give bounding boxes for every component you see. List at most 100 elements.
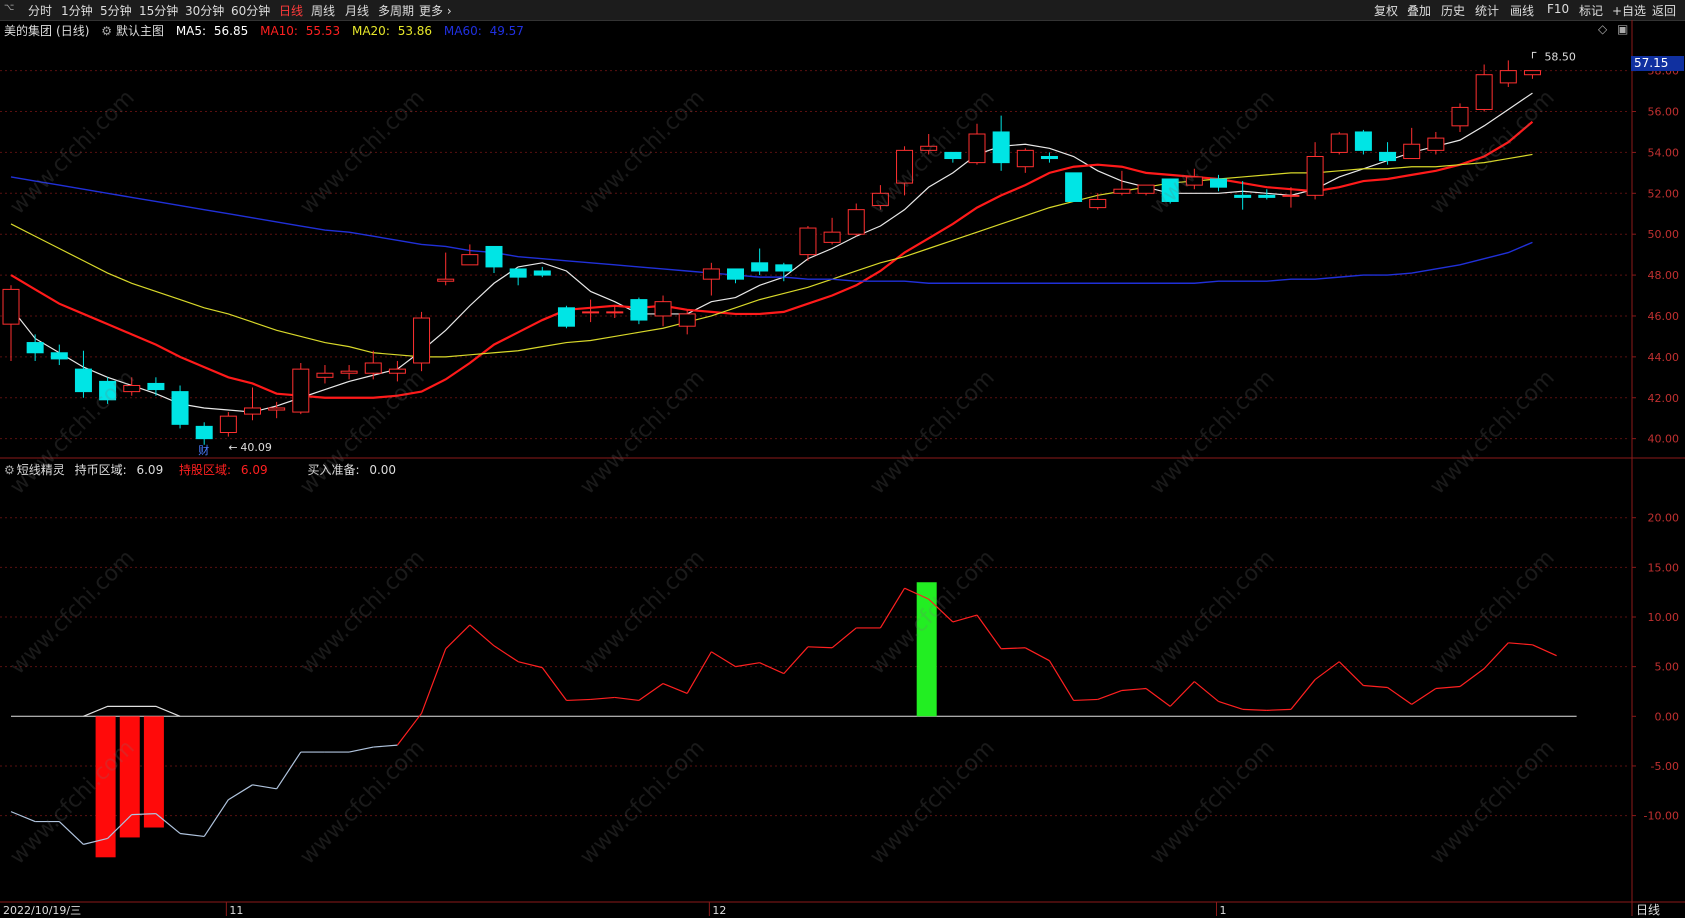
indicator-line-segment: [1459, 668, 1485, 687]
candle-body-up: [340, 370, 358, 374]
candle-body-down: [630, 299, 648, 321]
chart-canvas[interactable]: 58.0056.0054.0052.0050.0048.0046.0044.00…: [0, 0, 1685, 916]
indicator-line-segment: [1508, 642, 1533, 646]
indicator-line-segment: [1001, 647, 1026, 650]
indicator-line-segment: [276, 751, 302, 790]
candle-body-down: [1234, 194, 1252, 198]
candle-body-up: [1451, 106, 1469, 127]
candle-body-up: [1185, 176, 1203, 186]
candle-body-up: [1137, 184, 1155, 194]
indicator-line-segment: [396, 712, 423, 746]
price-tick-label: 40.00: [1648, 433, 1680, 446]
indicator-line-segment: [493, 645, 519, 663]
indicator-line-segment: [1532, 644, 1557, 657]
candle-body-up: [799, 227, 817, 256]
high-marker: [1531, 51, 1537, 59]
ma-line-ma20: [10, 153, 1533, 358]
indicator-line-segment: [1314, 661, 1340, 681]
price-tick-label: 54.00: [1648, 146, 1680, 159]
indicator-line-segment: [1483, 642, 1509, 670]
candle-body-up: [871, 192, 889, 207]
low-arrow: ←: [228, 441, 237, 454]
indicator-line-segment: [662, 682, 688, 695]
ma-line-ma10: [10, 120, 1534, 399]
price-tick-label: 48.00: [1648, 269, 1680, 282]
candle-body-up: [678, 313, 696, 327]
candle-body-down: [533, 270, 551, 276]
candle-body-up: [2, 288, 20, 325]
indicator-tick-label: 20.00: [1648, 512, 1680, 525]
indicator-line-segment: [1073, 698, 1098, 702]
indicator-line-segment: [831, 627, 857, 649]
candle-body-up: [823, 231, 841, 243]
candle-body-down: [509, 268, 527, 278]
indicator-line-segment: [58, 821, 84, 845]
indicator-line-segment: [1411, 687, 1437, 705]
candle-body-down: [557, 307, 575, 327]
candle-body-down: [171, 391, 189, 425]
indicator-line-segment: [445, 624, 471, 650]
indicator-tick-label: -5.00: [1651, 760, 1679, 773]
indicator-line-segment: [10, 811, 36, 823]
candle-body-up: [847, 209, 865, 235]
indicator-line-segment: [638, 683, 664, 701]
indicator-line-segment: [348, 746, 374, 753]
indicator-line-segment: [711, 651, 736, 668]
candle-body-down: [1354, 131, 1372, 151]
indicator-line-segment: [203, 799, 229, 837]
candle-body-up: [968, 133, 986, 164]
candle-body-down: [1258, 194, 1276, 198]
candle-body-up: [1306, 155, 1324, 196]
candle-body-down: [992, 131, 1010, 164]
candle-body-down: [26, 342, 44, 354]
indicator-line-segment: [1025, 647, 1050, 662]
indicator-line-segment: [590, 696, 615, 701]
current-price-box: 57.15: [1631, 56, 1684, 71]
candle-body-up: [413, 317, 431, 364]
price-tick-label: 46.00: [1648, 310, 1680, 323]
candle-body-up: [388, 368, 406, 374]
candle-body-up: [1427, 137, 1445, 151]
indicator-line-segment: [735, 662, 760, 668]
month-tick-label: 1: [1220, 904, 1227, 916]
candle-body-down: [99, 380, 117, 401]
candle-body-up: [702, 268, 720, 280]
candle-body-up: [896, 149, 914, 184]
warning-line: [83, 705, 181, 717]
candle-body-down: [74, 368, 92, 393]
indicator-line-segment: [1218, 700, 1243, 710]
candle-body-down: [944, 151, 962, 160]
candle-body-down: [485, 245, 503, 268]
indicator-line-segment: [759, 662, 785, 675]
indicator-line-segment: [1266, 708, 1291, 711]
indicator-line-segment: [686, 651, 712, 694]
hold-stock-bar: [143, 716, 164, 828]
indicator-line-segment: [952, 614, 978, 623]
candle-body-up: [606, 311, 624, 314]
candle-body-up: [123, 384, 141, 393]
indicator-line-segment: [1435, 685, 1461, 690]
bottom-period-button[interactable]: 日线: [1636, 901, 1660, 918]
candle-body-down: [195, 425, 213, 440]
indicator-line-segment: [1097, 689, 1123, 700]
candle-body-down: [1065, 172, 1083, 202]
low-price-label: 40.09: [240, 441, 272, 454]
candle-body-down: [147, 382, 165, 391]
candle-body-up: [268, 407, 286, 411]
candle-body-up: [219, 415, 237, 434]
indicator-line-segment: [976, 614, 1002, 650]
indicator-line-segment: [420, 648, 447, 714]
candle-body-down: [50, 352, 68, 360]
indicator-line-segment: [1338, 661, 1364, 686]
candle-body-down: [1161, 178, 1179, 202]
indicator-line-segment: [373, 744, 398, 748]
indicator-tick-label: -10.00: [1644, 810, 1679, 823]
indicator-line-segment: [783, 646, 809, 675]
indicator-line-segment: [1121, 687, 1147, 692]
price-tick-label: 44.00: [1648, 351, 1680, 364]
candle-body-down: [1379, 151, 1397, 162]
indicator-line-segment: [1242, 708, 1267, 711]
candle-body-up: [1523, 70, 1541, 76]
indicator-line-segment: [1193, 681, 1219, 702]
indicator-line-segment: [807, 646, 833, 649]
